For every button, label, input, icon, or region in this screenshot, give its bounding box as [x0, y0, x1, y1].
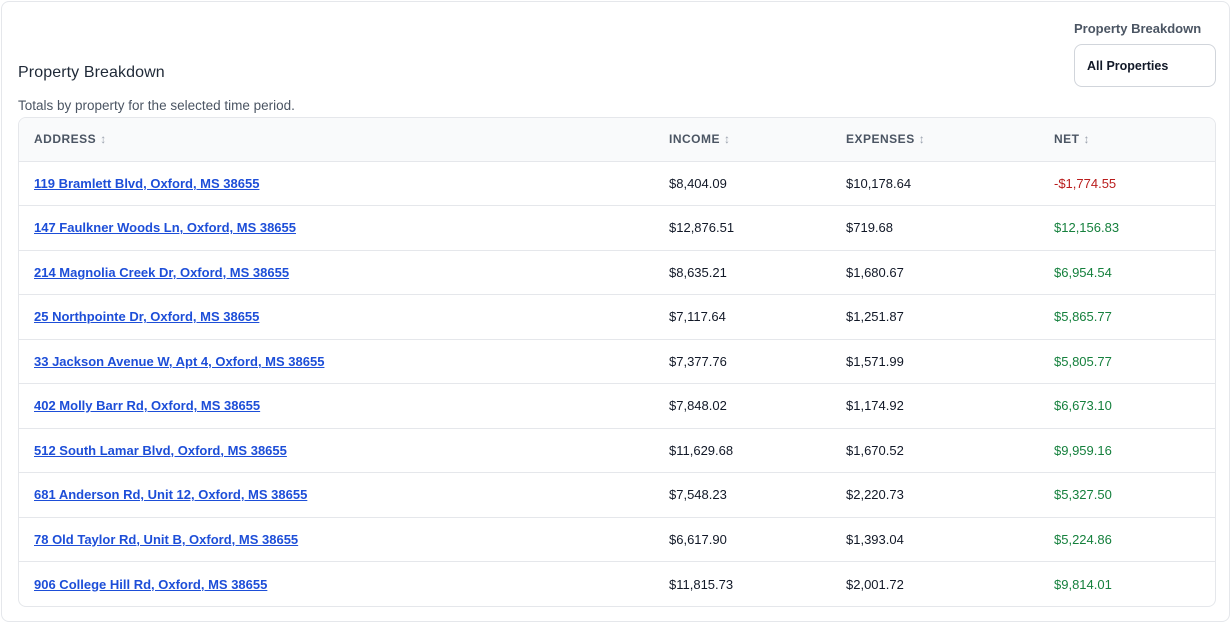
section-title: Property Breakdown — [18, 64, 165, 81]
table-body: 119 Bramlett Blvd, Oxford, MS 38655 $8,40… — [19, 161, 1215, 606]
expenses-cell: $1,251.87 — [831, 294, 1039, 339]
property-address-link[interactable]: 681 Anderson Rd, Unit 12, Oxford, MS 386… — [34, 487, 307, 502]
net-cell: $5,865.77 — [1039, 294, 1215, 339]
property-breakdown-card: Property Breakdown Totals by property fo… — [1, 1, 1230, 622]
property-address-link[interactable]: 402 Molly Barr Rd, Oxford, MS 38655 — [34, 398, 260, 413]
table-row: 33 Jackson Avenue W, Apt 4, Oxford, MS 3… — [19, 338, 1215, 384]
table-row: 119 Bramlett Blvd, Oxford, MS 38655 $8,40… — [19, 161, 1215, 206]
property-table: ADDRESS ↕ INCOME ↕ EXPENSES ↕ NET ↕ 119 Bram… — [18, 117, 1216, 607]
property-address-link[interactable]: 25 Northpointe Dr, Oxford, MS 38655 — [34, 309, 259, 324]
address-cell: 78 Old Taylor Rd, Unit B, Oxford, MS 386… — [19, 516, 654, 562]
property-filter-label: Property Breakdown — [1074, 21, 1202, 36]
net-cell: $12,156.83 — [1039, 205, 1215, 250]
expenses-cell: $1,571.99 — [831, 338, 1039, 384]
property-address-link[interactable]: 147 Faulkner Woods Ln, Oxford, MS 38655 — [34, 220, 296, 235]
net-cell: $5,805.77 — [1039, 338, 1215, 384]
sort-icon: ↕ — [100, 132, 107, 147]
column-header-address[interactable]: ADDRESS ↕ — [19, 118, 654, 162]
expenses-cell: $1,393.04 — [831, 516, 1039, 562]
section-subtitle: Totals by property for the selected time… — [18, 98, 295, 113]
property-address-link[interactable]: 119 Bramlett Blvd, Oxford, MS 38655 — [34, 176, 259, 191]
column-header-expenses[interactable]: EXPENSES ↕ — [831, 118, 1039, 162]
table-row: 681 Anderson Rd, Unit 12, Oxford, MS 386… — [19, 472, 1215, 517]
net-cell: -$1,774.55 — [1054, 175, 1117, 191]
expenses-cell: $2,001.72 — [831, 561, 1039, 606]
income-cell: $8,404.09 — [669, 175, 727, 191]
expenses-cell: $1,670.52 — [831, 427, 1039, 473]
table-row: 25 Northpointe Dr, Oxford, MS 38655 $7,11… — [19, 294, 1215, 339]
property-filter-select[interactable]: All Properties — [1074, 44, 1216, 87]
net-cell: $9,959.16 — [1039, 427, 1215, 473]
net-cell: $5,327.50 — [1039, 472, 1215, 517]
address-cell: 906 College Hill Rd, Oxford, MS 38655 — [19, 561, 654, 606]
income-cell: $12,876.51 — [654, 205, 831, 250]
expenses-cell: $2,220.73 — [831, 472, 1039, 517]
table-row: 78 Old Taylor Rd, Unit B, Oxford, MS 386… — [19, 516, 1215, 562]
income-cell: $7,117.64 — [654, 294, 831, 339]
expenses-cell: $719.68 — [831, 205, 1039, 250]
property-address-link[interactable]: 33 Jackson Avenue W, Apt 4, Oxford, MS 3… — [34, 354, 324, 369]
property-address-link[interactable]: 78 Old Taylor Rd, Unit B, Oxford, MS 386… — [34, 532, 298, 547]
income-cell: $7,377.76 — [654, 338, 831, 384]
expenses-cell: $1,174.92 — [831, 383, 1039, 428]
property-address-link[interactable]: 512 South Lamar Blvd, Oxford, MS 38655 — [34, 443, 287, 458]
income-cell: $8,635.21 — [654, 249, 831, 295]
column-header-net[interactable]: NET ↕ — [1039, 118, 1215, 162]
table-row: 402 Molly Barr Rd, Oxford, MS 38655 $7,84… — [19, 383, 1215, 428]
address-cell: 119 Bramlett Blvd, Oxford, MS 38655 — [19, 161, 654, 206]
address-cell: 681 Anderson Rd, Unit 12, Oxford, MS 386… — [19, 472, 654, 517]
expenses-cell: $10,178.64 — [846, 175, 912, 191]
income-cell: $11,629.68 — [654, 427, 831, 473]
property-filter-value: All Properties — [1087, 58, 1169, 73]
table-row: 906 College Hill Rd, Oxford, MS 38655 $11… — [19, 561, 1215, 606]
net-cell: $9,814.01 — [1039, 561, 1215, 606]
table-header-row: ADDRESS ↕ INCOME ↕ EXPENSES ↕ NET ↕ — [19, 118, 1215, 162]
address-cell: 25 Northpointe Dr, Oxford, MS 38655 — [19, 294, 654, 339]
net-cell: $5,224.86 — [1039, 516, 1215, 562]
table-row: 512 South Lamar Blvd, Oxford, MS 38655 $1… — [19, 427, 1215, 473]
sort-icon: ↕ — [1083, 132, 1090, 147]
column-header-income[interactable]: INCOME ↕ — [654, 118, 831, 162]
sort-icon: ↕ — [918, 132, 926, 147]
table-row: 147 Faulkner Woods Ln, Oxford, MS 38655 $… — [19, 205, 1215, 250]
income-cell: $6,617.90 — [654, 516, 831, 562]
sort-icon: ↕ — [724, 132, 731, 147]
income-cell: $11,815.73 — [654, 561, 831, 606]
net-cell: $6,954.54 — [1039, 249, 1215, 295]
property-address-link[interactable]: 906 College Hill Rd, Oxford, MS 38655 — [34, 577, 267, 592]
table-row: 214 Magnolia Creek Dr, Oxford, MS 38655 $… — [19, 249, 1215, 295]
address-cell: 402 Molly Barr Rd, Oxford, MS 38655 — [19, 383, 654, 428]
income-cell: $7,848.02 — [654, 383, 831, 428]
address-cell: 512 South Lamar Blvd, Oxford, MS 38655 — [19, 427, 654, 473]
address-cell: 147 Faulkner Woods Ln, Oxford, MS 38655 — [19, 205, 654, 250]
address-cell: 214 Magnolia Creek Dr, Oxford, MS 38655 — [19, 249, 654, 295]
expenses-cell: $1,680.67 — [831, 249, 1039, 295]
property-address-link[interactable]: 214 Magnolia Creek Dr, Oxford, MS 38655 — [34, 265, 289, 280]
income-cell: $7,548.23 — [654, 472, 831, 517]
net-cell: $6,673.10 — [1039, 383, 1215, 428]
address-cell: 33 Jackson Avenue W, Apt 4, Oxford, MS 3… — [19, 338, 654, 384]
